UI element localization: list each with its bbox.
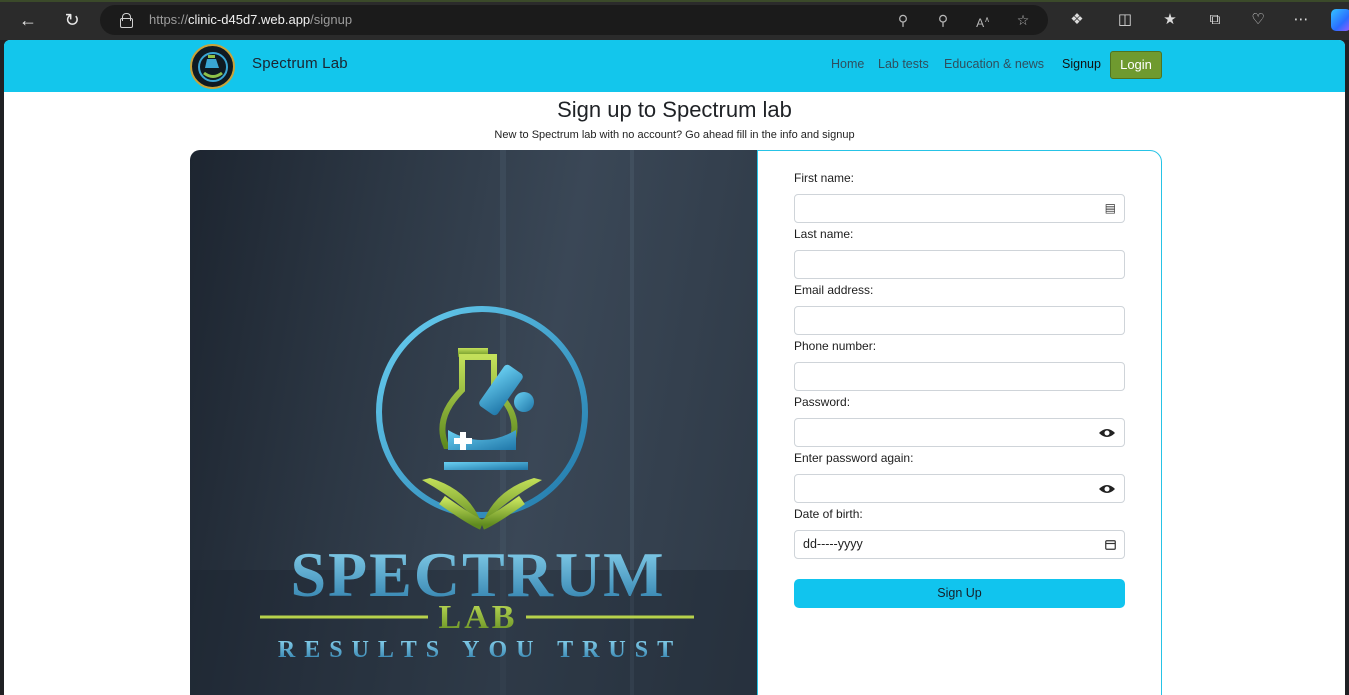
spectrum-lab-emblem: SPECTRUM LAB RESULTS YOU TRUST [190, 150, 757, 695]
split-screen-icon[interactable]: ◫ [1113, 8, 1137, 32]
lock-icon[interactable] [120, 13, 133, 28]
brand-name[interactable]: Spectrum Lab [252, 55, 348, 72]
signup-form: First name: ▤ Last name: Email address: … [757, 150, 1162, 695]
favorite-star-icon[interactable]: ☆ [1013, 10, 1033, 30]
browser-toolbar: ← ↻ https://clinic-d45d7.web.app/signup … [0, 0, 1349, 40]
calendar-icon[interactable] [1105, 531, 1116, 558]
site-navbar: Spectrum Lab Home Lab tests Education & … [4, 40, 1345, 92]
phone-label: Phone number: [794, 339, 877, 353]
email-label: Email address: [794, 283, 874, 297]
page-title: Sign up to Spectrum lab [557, 97, 792, 122]
hero-logo-image: SPECTRUM LAB RESULTS YOU TRUST [190, 150, 757, 695]
last-name-label: Last name: [794, 227, 854, 241]
site-logo[interactable] [190, 44, 235, 89]
login-button[interactable]: Login [1110, 51, 1162, 79]
back-icon[interactable]: ← [16, 8, 40, 32]
dob-field[interactable]: dd-----yyyy [794, 530, 1125, 559]
first-name-label: First name: [794, 171, 855, 185]
page-subtitle: New to Spectrum lab with no account? Go … [494, 129, 855, 141]
show-confirm-password-eye-icon[interactable] [1098, 475, 1116, 502]
sign-up-button[interactable]: Sign Up [794, 579, 1125, 608]
show-password-eye-icon[interactable] [1098, 419, 1116, 446]
confirm-password-label: Enter password again: [794, 451, 914, 465]
key-icon[interactable]: ⚲ [893, 10, 913, 30]
extensions-icon[interactable]: ❖ [1065, 8, 1089, 32]
nav-link-home[interactable]: Home [831, 57, 864, 71]
nav-link-education-news[interactable]: Education & news [944, 57, 1044, 71]
collections-icon[interactable]: ⧉ [1203, 8, 1227, 32]
read-aloud-icon[interactable]: A∧ [973, 10, 993, 30]
last-name-field[interactable] [794, 250, 1125, 279]
dob-label: Date of birth: [794, 507, 863, 521]
phone-field[interactable] [794, 362, 1125, 391]
nav-link-signup[interactable]: Signup [1062, 57, 1101, 71]
window-top-edge [0, 0, 1349, 2]
favorites-icon[interactable]: ★ [1158, 8, 1182, 32]
password-label: Password: [794, 395, 851, 409]
address-bar[interactable]: https://clinic-d45d7.web.app/signup ⚲ ⚲ … [100, 5, 1048, 35]
password-field[interactable] [794, 418, 1125, 447]
url-text[interactable]: https://clinic-d45d7.web.app/signup [149, 12, 352, 27]
nav-link-lab-tests[interactable]: Lab tests [878, 57, 929, 71]
first-name-field[interactable]: ▤ [794, 194, 1125, 223]
copilot-icon[interactable] [1331, 9, 1349, 31]
refresh-icon[interactable]: ↻ [60, 8, 84, 32]
confirm-password-field[interactable] [794, 474, 1125, 503]
autofill-card-icon[interactable]: ▤ [1105, 195, 1116, 222]
microscope-logo-icon [198, 52, 228, 82]
page-viewport: Spectrum Lab Home Lab tests Education & … [4, 40, 1345, 695]
zoom-icon[interactable]: ⚲ [933, 10, 953, 30]
hero-word-lab: LAB [439, 599, 518, 636]
health-icon[interactable]: ♡ [1246, 8, 1270, 32]
more-icon[interactable]: ⋯ [1289, 8, 1313, 32]
email-field[interactable] [794, 306, 1125, 335]
dob-value: dd-----yyyy [803, 537, 863, 551]
hero-tagline: RESULTS YOU TRUST [278, 637, 682, 663]
